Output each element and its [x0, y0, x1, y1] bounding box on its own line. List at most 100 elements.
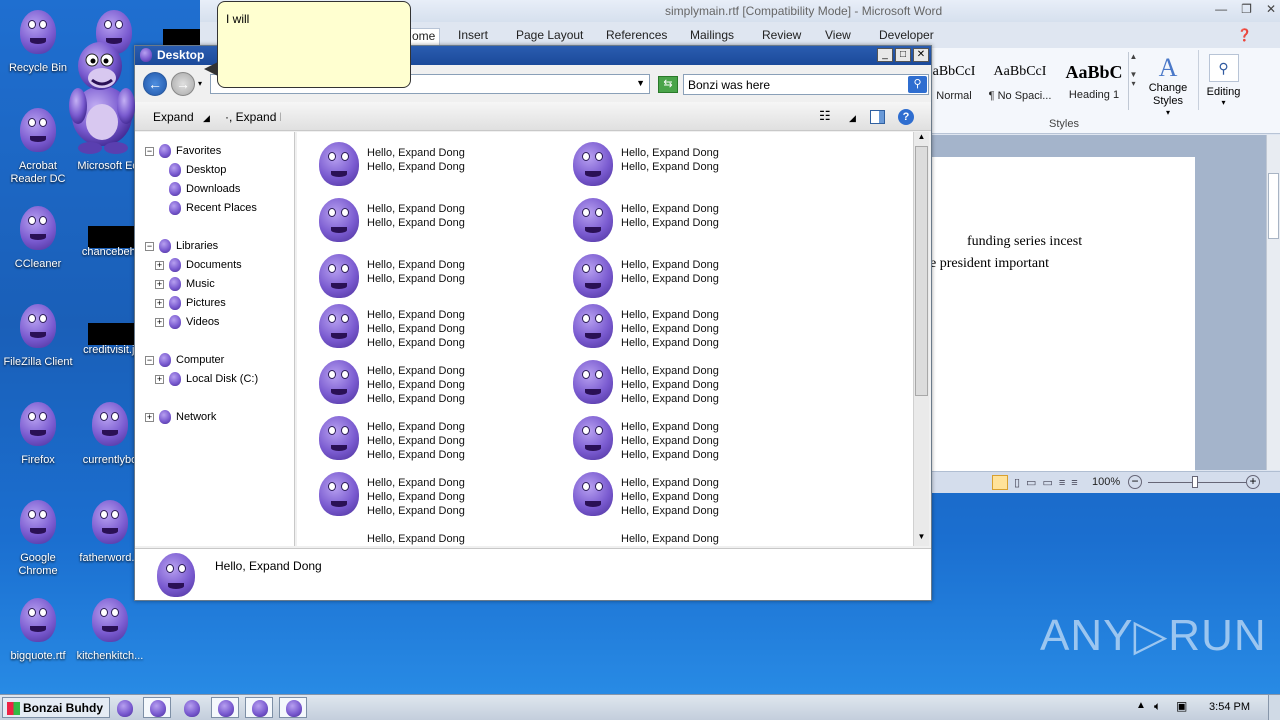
explorer-window[interactable]: Desktop _ □ ✕ ← → ▾ ▼ ⇆ Bonzi was here ⚲…: [134, 45, 932, 601]
file-item[interactable]: Hello, Expand Dong Hello, Expand Dong: [571, 252, 719, 300]
file-item[interactable]: Hello, Expand Dong Hello, Expand Dong Hell…: [317, 358, 465, 406]
file-item[interactable]: Hello, Expand Dong Hello, Expand Dong: [317, 196, 465, 244]
scroll-thumb[interactable]: [1268, 173, 1279, 239]
clock[interactable]: 3:54 PM: [1209, 701, 1250, 713]
tab-review[interactable]: Review: [762, 28, 801, 42]
tree-item-recent-places[interactable]: Recent Places: [168, 201, 257, 215]
desktop-icon-firefox[interactable]: Firefox: [0, 400, 76, 467]
expand-icon[interactable]: +: [155, 317, 164, 327]
file-list[interactable]: Hello, Expand Dong Hello, Expand Dong Hell…: [297, 132, 913, 546]
back-button[interactable]: ←: [143, 72, 167, 96]
tree-item-music[interactable]: + Music: [155, 277, 215, 291]
collapse-icon[interactable]: −: [145, 355, 154, 365]
desktop-icon-kitchenkitch[interactable]: kitchenkitch...: [72, 596, 148, 663]
tree-item-downloads[interactable]: Downloads: [168, 182, 240, 196]
document-scrollbar[interactable]: [1266, 135, 1280, 470]
bonzi-buddy-character[interactable]: [62, 36, 144, 154]
document-page[interactable]: funding series incest e president import…: [930, 157, 1195, 477]
scroll-up-icon[interactable]: ▲: [914, 132, 929, 146]
expand-icon[interactable]: +: [155, 374, 164, 384]
zoom-out-icon[interactable]: −: [1128, 475, 1142, 489]
zoom-in-icon[interactable]: +: [1246, 475, 1260, 489]
view-mode-icons[interactable]: ▯▭▭≡≡: [1014, 476, 1084, 489]
scroll-thumb[interactable]: [915, 146, 928, 396]
tree-item-pictures[interactable]: + Pictures: [155, 296, 226, 310]
taskbar-item[interactable]: [143, 697, 171, 718]
change-styles-button[interactable]: A Change Styles ▾: [1145, 54, 1191, 118]
file-item[interactable]: Hello, Expand Dong Hello, Expand Dong: [317, 252, 465, 300]
preview-pane-icon[interactable]: [870, 110, 885, 124]
maximize-button[interactable]: □: [895, 48, 911, 62]
file-item[interactable]: Hello, Expand Dong Hello, Expand Dong: [571, 196, 719, 244]
file-item[interactable]: Hello, Expand Dong Hello, Expand Dong: [317, 140, 465, 188]
desktop-icon-chrome[interactable]: Google Chrome: [0, 498, 76, 578]
file-list-scrollbar[interactable]: ▲ ▼: [913, 132, 929, 546]
refresh-icon[interactable]: ⇆: [658, 76, 678, 93]
file-item[interactable]: Hello, Expand Dong Hello, Expand Dong Hell…: [571, 470, 719, 518]
tab-page-layout[interactable]: Page Layout: [516, 28, 583, 42]
editing-button[interactable]: ⚲ Editing ▾: [1198, 50, 1248, 110]
style-heading-1[interactable]: AaBbC Heading 1: [1060, 62, 1128, 101]
styles-scroll[interactable]: ▲ ▼ ▾: [1128, 52, 1138, 110]
tree-item-local-disk[interactable]: + Local Disk (C:): [155, 372, 258, 386]
taskbar-item[interactable]: [245, 697, 273, 718]
expand-icon[interactable]: +: [155, 298, 164, 308]
minimize-button[interactable]: _: [877, 48, 893, 62]
tab-mailings[interactable]: Mailings: [690, 28, 734, 42]
start-button[interactable]: Bonzai Buhdy: [2, 697, 110, 718]
taskbar-item[interactable]: [110, 697, 138, 718]
tree-item-favorites[interactable]: − Favorites: [145, 144, 221, 158]
tab-references[interactable]: References: [606, 28, 667, 42]
tree-item-libraries[interactable]: − Libraries: [145, 239, 218, 253]
expand-icon[interactable]: +: [155, 260, 164, 270]
collapse-icon[interactable]: −: [145, 146, 154, 156]
file-item[interactable]: Hello, Expand Dong Hello, Expand Dong Hell…: [571, 358, 719, 406]
tree-item-videos[interactable]: + Videos: [155, 315, 219, 329]
tray-expand-icon[interactable]: ▲: [1136, 700, 1146, 711]
file-item[interactable]: Hello, Expand Dong Hello, Expand Dong Hell…: [317, 414, 465, 462]
tree-item-computer[interactable]: − Computer: [145, 353, 224, 367]
style-no-spacing[interactable]: AaBbCcI ¶ No Spaci...: [984, 64, 1056, 102]
view-options-icon[interactable]: ☷: [819, 108, 831, 124]
taskbar-item[interactable]: [211, 697, 239, 718]
file-item[interactable]: Hello, Expand Dong Hello, Expand Dong Hell…: [571, 414, 719, 462]
restore-icon[interactable]: ❐: [1241, 2, 1252, 16]
file-item[interactable]: Hello, Expand Dong Hello, Expand Dong Hell…: [317, 470, 465, 518]
expand-icon[interactable]: +: [155, 279, 164, 289]
search-icon[interactable]: ⚲: [908, 76, 927, 93]
taskbar-item[interactable]: [177, 697, 205, 718]
forward-button[interactable]: →: [171, 72, 195, 96]
tree-item-network[interactable]: + Network: [145, 410, 216, 424]
tree-item-desktop[interactable]: Desktop: [168, 163, 226, 177]
search-input[interactable]: Bonzi was here ⚲: [683, 74, 929, 95]
scroll-down-icon[interactable]: ▼: [914, 532, 929, 546]
close-icon[interactable]: ✕: [1266, 2, 1276, 16]
tab-developer[interactable]: Developer: [879, 28, 934, 42]
help-icon[interactable]: ?: [898, 109, 914, 125]
show-desktop-button[interactable]: [1268, 695, 1280, 720]
print-layout-icon[interactable]: [992, 475, 1008, 490]
file-item[interactable]: Hello, Expand Dong Hello, Expand Dong Hell…: [571, 302, 719, 350]
tab-view[interactable]: View: [825, 28, 851, 42]
network-icon[interactable]: ▣: [1176, 699, 1187, 713]
desktop-icon-bigquote[interactable]: bigquote.rtf: [0, 596, 76, 663]
collapse-icon[interactable]: −: [145, 241, 154, 251]
taskbar-item[interactable]: [279, 697, 307, 718]
chevron-down-icon[interactable]: ▾: [198, 79, 202, 88]
zoom-slider-handle[interactable]: [1192, 476, 1198, 488]
expand-button[interactable]: Expand: [153, 110, 194, 124]
tab-insert[interactable]: Insert: [458, 28, 488, 42]
volume-icon[interactable]: 🔈︎: [1154, 699, 1161, 714]
minimize-icon[interactable]: —: [1215, 2, 1227, 16]
tree-item-documents[interactable]: + Documents: [155, 258, 242, 272]
document-area[interactable]: funding series incest e president import…: [930, 135, 1266, 477]
file-item[interactable]: Hello, Expand Dong Hello, Expand Dong: [571, 140, 719, 188]
close-button[interactable]: ✕: [913, 48, 929, 62]
chevron-down-icon[interactable]: ▼: [636, 78, 645, 88]
desktop-icon-filezilla[interactable]: FileZilla Client: [0, 302, 76, 369]
expand-icon[interactable]: +: [145, 412, 154, 422]
expand-dong-button[interactable]: ·, Expand D: [225, 110, 281, 124]
file-item[interactable]: Hello, Expand Dong: [571, 526, 719, 546]
file-item[interactable]: Hello, Expand Dong: [317, 526, 465, 546]
file-item[interactable]: Hello, Expand Dong Hello, Expand Dong Hell…: [317, 302, 465, 350]
